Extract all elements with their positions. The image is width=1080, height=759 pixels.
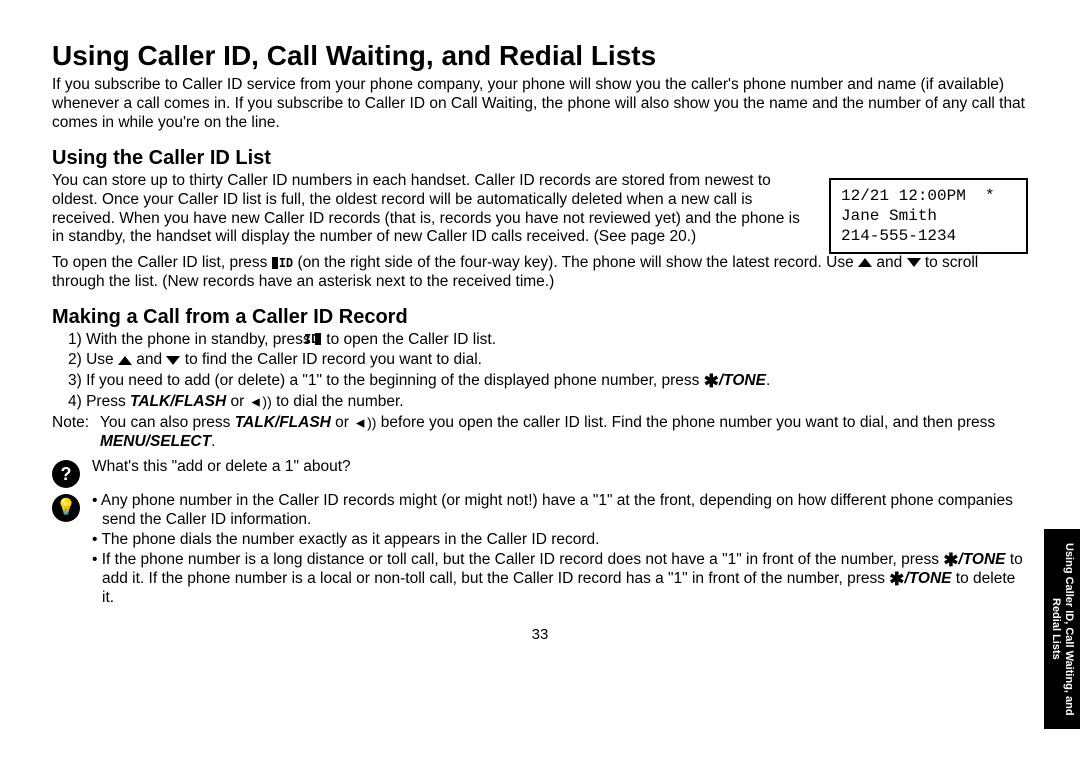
speaker-icon: ◄)) <box>249 394 272 410</box>
star-icon: ✱ <box>943 550 958 570</box>
tone-key-label: /TONE <box>719 372 766 389</box>
down-arrow-icon <box>907 258 921 267</box>
intro-paragraph: If you subscribe to Caller ID service fr… <box>52 76 1028 133</box>
section-heading-caller-id-list: Using the Caller ID List <box>52 147 1028 170</box>
star-icon: ✱ <box>704 371 719 391</box>
lcd-line-3: 214-555-1234 <box>841 227 956 245</box>
caller-id-storage-paragraph: You can store up to thirty Caller ID num… <box>52 172 811 248</box>
note-row: Note: You can also press TALK/FLASH or ◄… <box>52 414 1028 454</box>
star-icon: ✱ <box>889 569 904 589</box>
up-arrow-icon <box>858 258 872 267</box>
up-arrow-icon <box>118 356 132 365</box>
step-3: 3) If you need to add (or delete) a "1" … <box>68 372 1028 391</box>
tone-key-label: /TONE <box>958 551 1005 568</box>
question-icon: ? <box>52 460 80 488</box>
lcd-line-2: Jane Smith <box>841 207 937 225</box>
step-2: 2) Use and to find the Caller ID record … <box>68 351 1028 370</box>
page-number: 33 <box>52 626 1028 643</box>
id-key-icon: ID <box>315 333 322 345</box>
talkflash-key-label: TALK/FLASH <box>130 393 226 410</box>
down-arrow-icon <box>166 356 180 365</box>
note-label: Note: <box>52 414 100 433</box>
step-4: 4) Press TALK/FLASH or ◄)) to dial the n… <box>68 393 1028 412</box>
lcd-display-example: 12/21 12:00PM * Jane Smith 214-555-1234 <box>829 178 1028 254</box>
section-heading-making-call: Making a Call from a Caller ID Record <box>52 306 1028 329</box>
menuselect-key-label: MENU/SELECT <box>100 433 211 450</box>
bullet-3: • If the phone number is a long distance… <box>92 551 1028 608</box>
talkflash-key-label: TALK/FLASH <box>235 414 331 431</box>
hint-question: What's this "add or delete a 1" about? <box>92 458 1028 477</box>
side-tab: Using Caller ID, Call Waiting, and Redia… <box>1044 529 1080 729</box>
bullet-2: • The phone dials the number exactly as … <box>92 531 1028 550</box>
step-1: 1) With the phone in standby, press ID t… <box>68 331 1028 350</box>
open-caller-id-paragraph: To open the Caller ID list, press ID (on… <box>52 254 1028 292</box>
bullet-1: • Any phone number in the Caller ID reco… <box>92 492 1028 530</box>
id-key-icon: ID <box>272 257 293 269</box>
tone-key-label: /TONE <box>904 570 951 587</box>
lcd-line-1: 12/21 12:00PM * <box>841 187 995 205</box>
speaker-icon: ◄)) <box>353 415 376 431</box>
note-text: You can also press TALK/FLASH or ◄)) bef… <box>100 414 1028 452</box>
page-title: Using Caller ID, Call Waiting, and Redia… <box>52 40 1028 72</box>
lightbulb-icon: 💡 <box>52 494 80 522</box>
